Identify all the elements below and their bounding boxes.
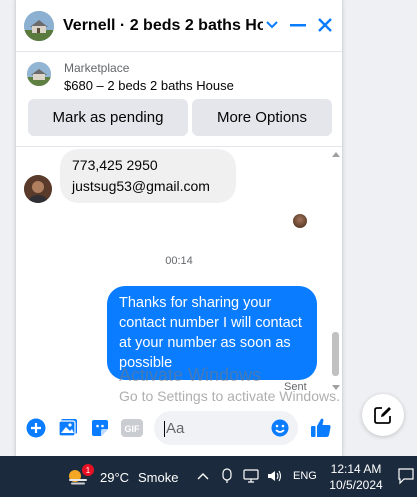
chevron-down-icon[interactable] xyxy=(261,14,283,36)
image-icon[interactable] xyxy=(57,417,79,439)
mark-as-pending-button[interactable]: Mark as pending xyxy=(28,99,188,136)
scroll-up-arrow-icon[interactable] xyxy=(332,152,340,157)
input-language[interactable]: ENG xyxy=(293,470,317,482)
close-icon[interactable] xyxy=(314,14,336,36)
plus-icon[interactable] xyxy=(25,417,47,439)
read-receipt-avatar xyxy=(293,214,307,228)
scrollbar-thumb[interactable] xyxy=(332,332,339,376)
chevron-up-icon[interactable] xyxy=(195,468,211,484)
weather-condition[interactable]: Smoke xyxy=(138,470,178,485)
notification-icon[interactable] xyxy=(397,467,415,485)
sender-avatar[interactable] xyxy=(24,175,52,203)
minimize-icon[interactable] xyxy=(287,14,309,36)
activation-watermark-subtitle: Go to Settings to activate Windows. xyxy=(119,388,340,404)
thumbs-up-icon[interactable] xyxy=(310,417,332,439)
windows-taskbar: 1 29°C Smoke ENG 12:14 AM 10/5/2024 xyxy=(0,456,417,497)
weather-badge: 1 xyxy=(82,464,94,476)
message-thread[interactable]: 773,425 2950 justsug53@gmail.com 00:14 T… xyxy=(16,148,342,394)
gif-label: GIF xyxy=(125,424,141,434)
clock-time: 12:14 AM xyxy=(330,462,382,476)
conversation-avatar[interactable] xyxy=(24,11,54,41)
network-icon[interactable] xyxy=(243,468,259,484)
system-clock[interactable]: 12:14 AM 10/5/2024 xyxy=(326,461,386,493)
compose-icon xyxy=(374,407,391,424)
incoming-message-line: justsug53@gmail.com xyxy=(72,178,210,194)
volume-icon[interactable] xyxy=(267,468,283,484)
chat-header: Vernell · 2 beds 2 baths Ho... xyxy=(16,0,342,52)
gif-icon[interactable]: GIF xyxy=(121,417,143,439)
activation-watermark-title: Activate Windows xyxy=(119,365,262,385)
listing-source: Marketplace xyxy=(64,61,130,75)
clock-date: 10/5/2024 xyxy=(329,478,383,492)
emoji-icon[interactable] xyxy=(269,417,291,439)
conversation-title[interactable]: Vernell · 2 beds 2 baths Ho... xyxy=(63,17,263,35)
message-timestamp: 00:14 xyxy=(165,255,193,267)
meet-now-icon[interactable] xyxy=(219,468,235,484)
message-composer: GIF xyxy=(16,404,342,452)
new-message-button[interactable] xyxy=(362,394,404,436)
message-scrollbar[interactable] xyxy=(330,148,340,394)
more-options-button[interactable]: More Options xyxy=(192,99,332,136)
incoming-message-line: 773,425 2950 xyxy=(72,157,158,173)
marketplace-listing: Marketplace $680 – 2 beds 2 baths House … xyxy=(16,52,342,147)
listing-price[interactable]: $680 – 2 beds 2 baths House xyxy=(64,78,234,93)
incoming-message: 773,425 2950 justsug53@gmail.com xyxy=(60,149,236,203)
sticker-icon[interactable] xyxy=(89,417,111,439)
weather-temperature[interactable]: 29°C xyxy=(100,470,129,485)
listing-thumbnail[interactable] xyxy=(27,62,51,86)
text-caret xyxy=(164,421,165,437)
